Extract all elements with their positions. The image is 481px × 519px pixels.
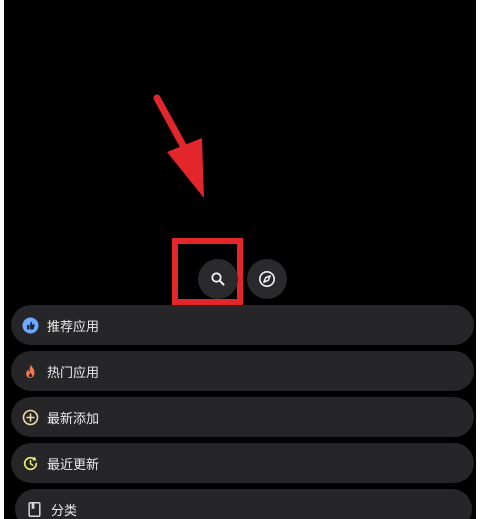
menu-item-label: 分类 xyxy=(51,503,78,519)
menu-item-label: 最近更新 xyxy=(47,457,100,473)
menu-item-categories[interactable]: 分类 xyxy=(15,489,472,519)
menu-item-label: 推荐应用 xyxy=(47,319,100,335)
refresh-icon xyxy=(22,455,39,472)
compass-icon xyxy=(259,271,275,287)
book-icon xyxy=(26,501,43,518)
menu-item-label: 最新添加 xyxy=(47,411,100,427)
fire-icon xyxy=(22,363,39,380)
search-button[interactable] xyxy=(198,259,238,299)
app-screen: 推荐应用 热门应用 最新添加 最近更新 分类 xyxy=(4,0,476,519)
explore-button[interactable] xyxy=(247,259,287,299)
menu-item-label: 热门应用 xyxy=(47,365,100,381)
menu-item-updated[interactable]: 最近更新 xyxy=(11,443,474,483)
plus-circle-icon xyxy=(22,409,39,426)
thumbs-up-icon xyxy=(22,317,39,334)
search-icon xyxy=(211,272,225,286)
menu-item-recommended[interactable]: 推荐应用 xyxy=(11,305,474,345)
menu-item-popular[interactable]: 热门应用 xyxy=(11,351,474,391)
menu-item-new[interactable]: 最新添加 xyxy=(11,397,474,437)
